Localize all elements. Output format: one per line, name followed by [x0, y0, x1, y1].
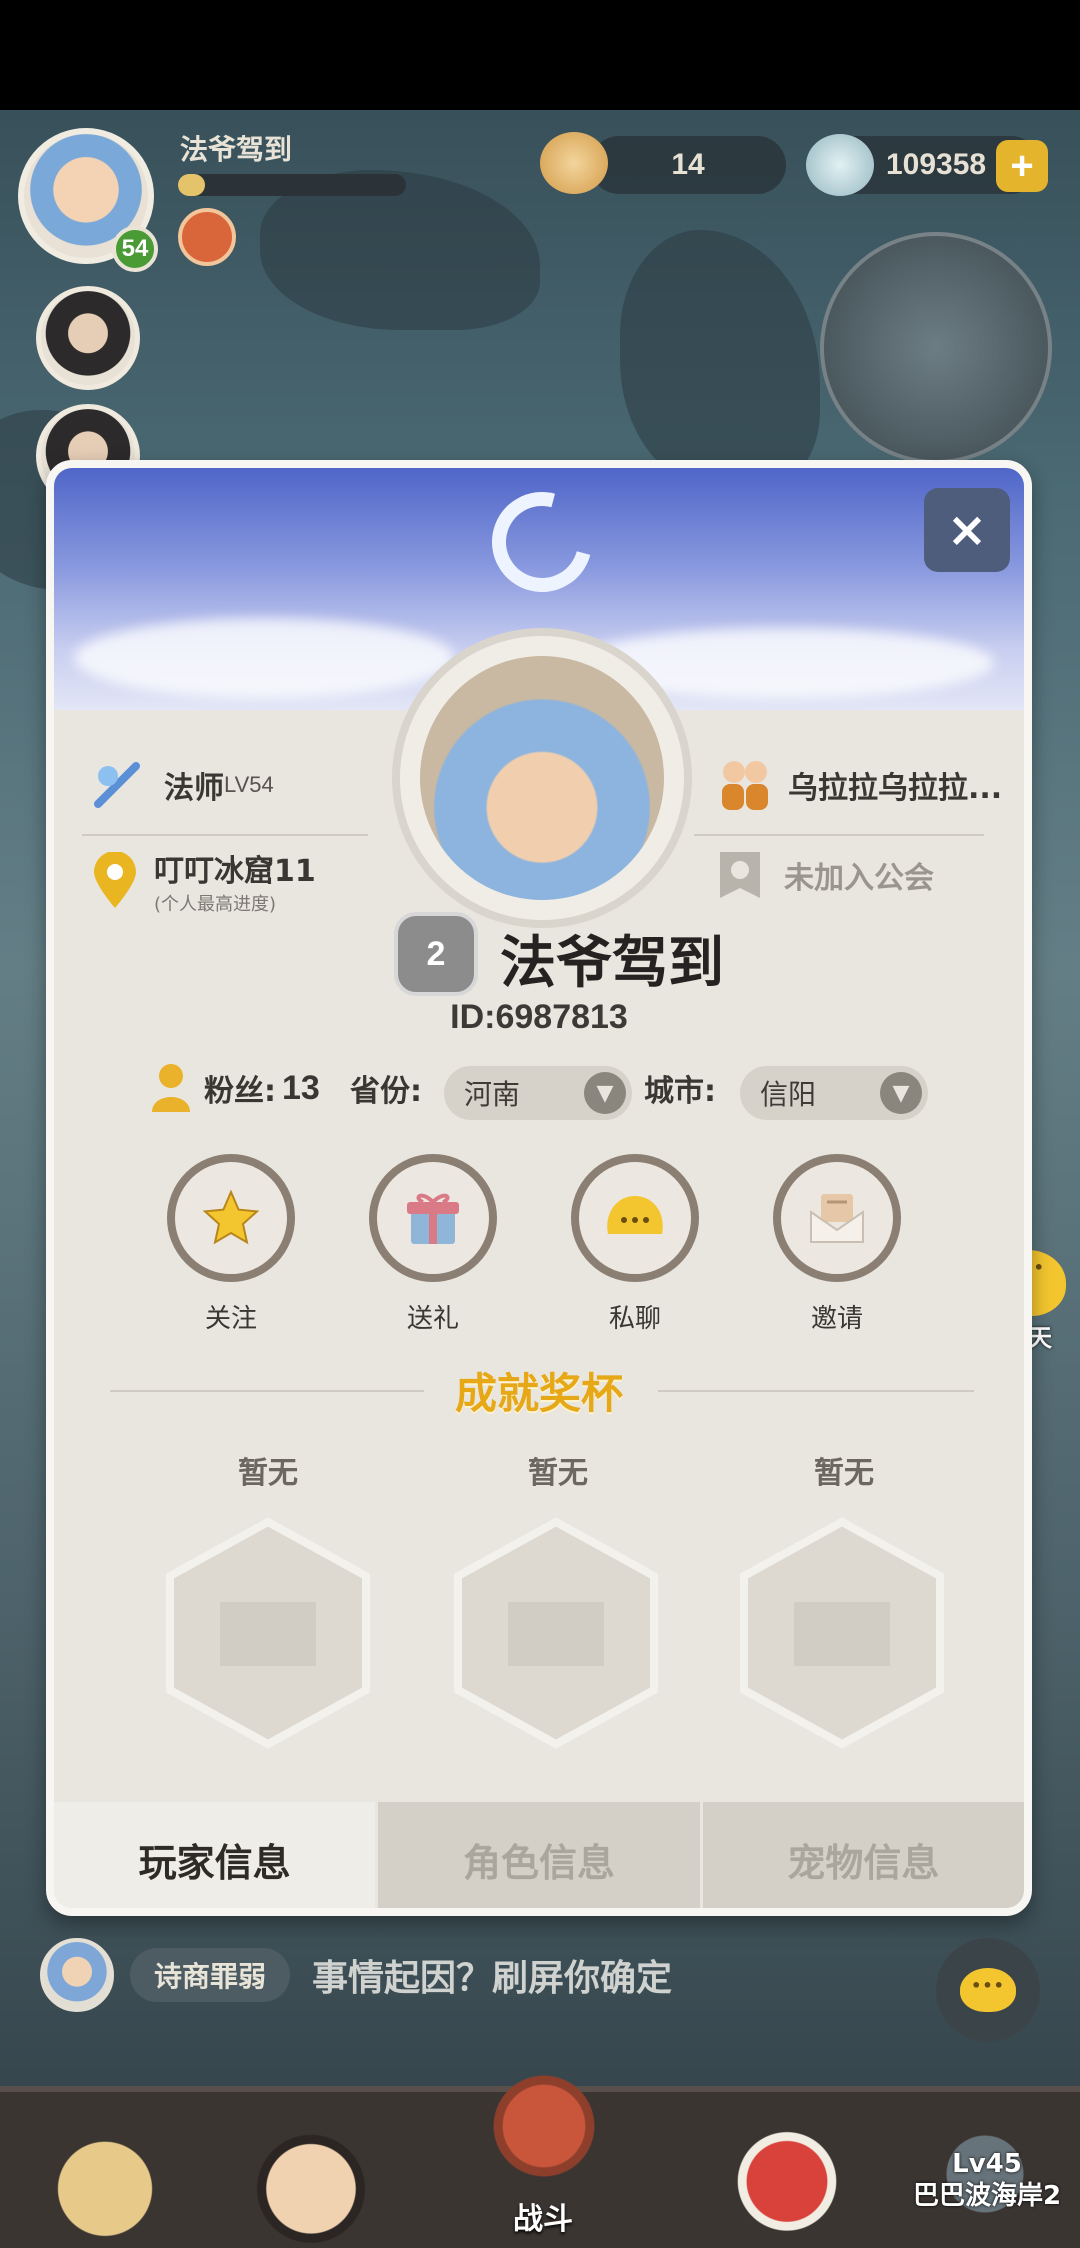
shell-counter: 14 — [590, 136, 786, 194]
minimap[interactable] — [820, 232, 1052, 464]
right-divider — [694, 834, 984, 836]
profile-portrait — [392, 628, 692, 928]
progress-info: 叮叮冰窟11 (个人最高进度) — [90, 846, 316, 916]
exp-bar-fill — [178, 174, 206, 196]
locked-stage-name: 巴巴波海岸2 — [912, 2181, 1062, 2211]
partner-info[interactable]: 乌拉拉乌拉拉... — [714, 754, 1002, 816]
fans-count: 13 — [282, 1068, 320, 1107]
empty-trophy-slot-1[interactable] — [160, 1516, 376, 1750]
chat-avatar — [40, 1938, 114, 2012]
close-button[interactable]: × — [924, 488, 1010, 572]
level-badge: 54 — [112, 226, 158, 272]
chevron-down-icon: ▼ — [584, 1072, 626, 1114]
city-label: 城市: — [644, 1074, 716, 1109]
class-info: 法师 LV54 — [90, 758, 274, 812]
province-select[interactable]: 河南 ▼ — [444, 1066, 632, 1120]
guild-name: 未加入公会 — [784, 861, 934, 896]
private-chat-button[interactable]: 私聊 — [570, 1154, 700, 1335]
send-gift-button[interactable]: 送礼 — [368, 1154, 498, 1335]
status-bar — [0, 0, 1080, 110]
hud-player-name: 法爷驾到 — [180, 133, 293, 166]
open-chat-button[interactable] — [936, 1938, 1040, 2042]
send-gift-label: 送礼 — [406, 1304, 459, 1334]
empty-trophy-slot-2[interactable] — [448, 1516, 664, 1750]
follow-button[interactable]: 关注 — [166, 1154, 296, 1335]
player-name: 法爷驾到 — [500, 931, 724, 996]
chat-bubble-icon — [607, 1196, 663, 1234]
city-select[interactable]: 信阳 ▼ — [740, 1066, 928, 1120]
invite-button[interactable]: 邀请 — [772, 1154, 902, 1335]
nav-character-1[interactable] — [30, 2100, 180, 2248]
class-level: LV54 — [224, 772, 274, 797]
left-divider — [82, 834, 368, 836]
pearl-icon — [806, 134, 874, 196]
empty-trophy-slot-3[interactable] — [734, 1516, 950, 1750]
mage-class-icon — [94, 762, 140, 808]
class-name: 法师 — [164, 771, 224, 806]
shell-count: 14 — [671, 148, 705, 181]
guild-info: 未加入公会 — [714, 848, 934, 902]
province-value: 河南 — [464, 1078, 521, 1111]
shell-icon — [540, 132, 608, 194]
pearl-count: 109358 — [886, 148, 987, 181]
city-value: 信阳 — [760, 1078, 817, 1111]
rank-badge-icon: 2 — [394, 912, 478, 996]
exp-bar — [178, 174, 406, 196]
couple-icon — [722, 761, 768, 810]
follow-label: 关注 — [204, 1304, 257, 1334]
invite-label: 邀请 — [810, 1304, 863, 1334]
province-label: 省份: — [350, 1074, 422, 1109]
nav-pet[interactable] — [712, 2100, 862, 2248]
battle-label[interactable]: 战斗 — [478, 2194, 608, 2238]
nav-character-2[interactable] — [236, 2100, 386, 2248]
star-icon — [202, 1189, 260, 1245]
progress-note: (个人最高进度) — [154, 894, 277, 915]
chat-bubble-icon — [960, 1968, 1016, 2012]
add-currency-button[interactable]: + — [996, 140, 1048, 192]
character-portrait — [420, 656, 664, 900]
locked-stage-label: Lv45 巴巴波海岸2 — [894, 2148, 1080, 2212]
trophy-slot-1-label: 暂无 — [238, 1456, 298, 1491]
fans-info: 粉丝: 13 — [150, 1060, 320, 1116]
tab-player-info[interactable]: 玩家信息 — [54, 1802, 379, 1908]
chat-message: 事情起因？刷屏你确定 — [312, 1958, 673, 1999]
envelope-icon — [810, 1194, 864, 1243]
trophy-slot-3-label: 暂无 — [814, 1456, 874, 1491]
trophy-slot-2-label: 暂无 — [528, 1456, 588, 1491]
chevron-down-icon: ▼ — [880, 1072, 922, 1114]
chat-preview[interactable]: 诗商罪弱 事情起因？刷屏你确定 — [40, 1936, 672, 2014]
player-profile-dialog: × 法师 LV54 叮叮冰窟11 (个人最高进度) 乌拉拉乌拉拉... 未加入公… — [46, 460, 1032, 1916]
person-icon — [152, 1064, 190, 1112]
player-id: ID:6987813 — [450, 998, 628, 1036]
profile-tabs: 玩家信息 角色信息 宠物信息 — [54, 1802, 1024, 1908]
fans-label: 粉丝: — [204, 1074, 276, 1109]
moon-emblem-icon — [473, 473, 611, 611]
tab-pet-info[interactable]: 宠物信息 — [702, 1802, 1024, 1908]
progress-stage: 叮叮冰窟11 — [154, 854, 316, 889]
buff-icon[interactable] — [178, 208, 236, 266]
location-pin-icon — [94, 852, 136, 908]
chat-speaker-tag: 诗商罪弱 — [130, 1948, 291, 2002]
tab-character-info[interactable]: 角色信息 — [378, 1802, 703, 1908]
trophy-section-title: 成就奖杯 — [454, 1369, 623, 1418]
locked-stage-level: Lv45 — [952, 2149, 1022, 2179]
gift-icon — [407, 1193, 459, 1244]
partner-name: 乌拉拉乌拉拉... — [788, 771, 1003, 806]
private-chat-label: 私聊 — [608, 1304, 661, 1334]
guild-banner-icon — [720, 852, 760, 898]
teammate-avatar[interactable] — [36, 286, 140, 390]
battle-mask-icon[interactable] — [464, 2046, 624, 2206]
